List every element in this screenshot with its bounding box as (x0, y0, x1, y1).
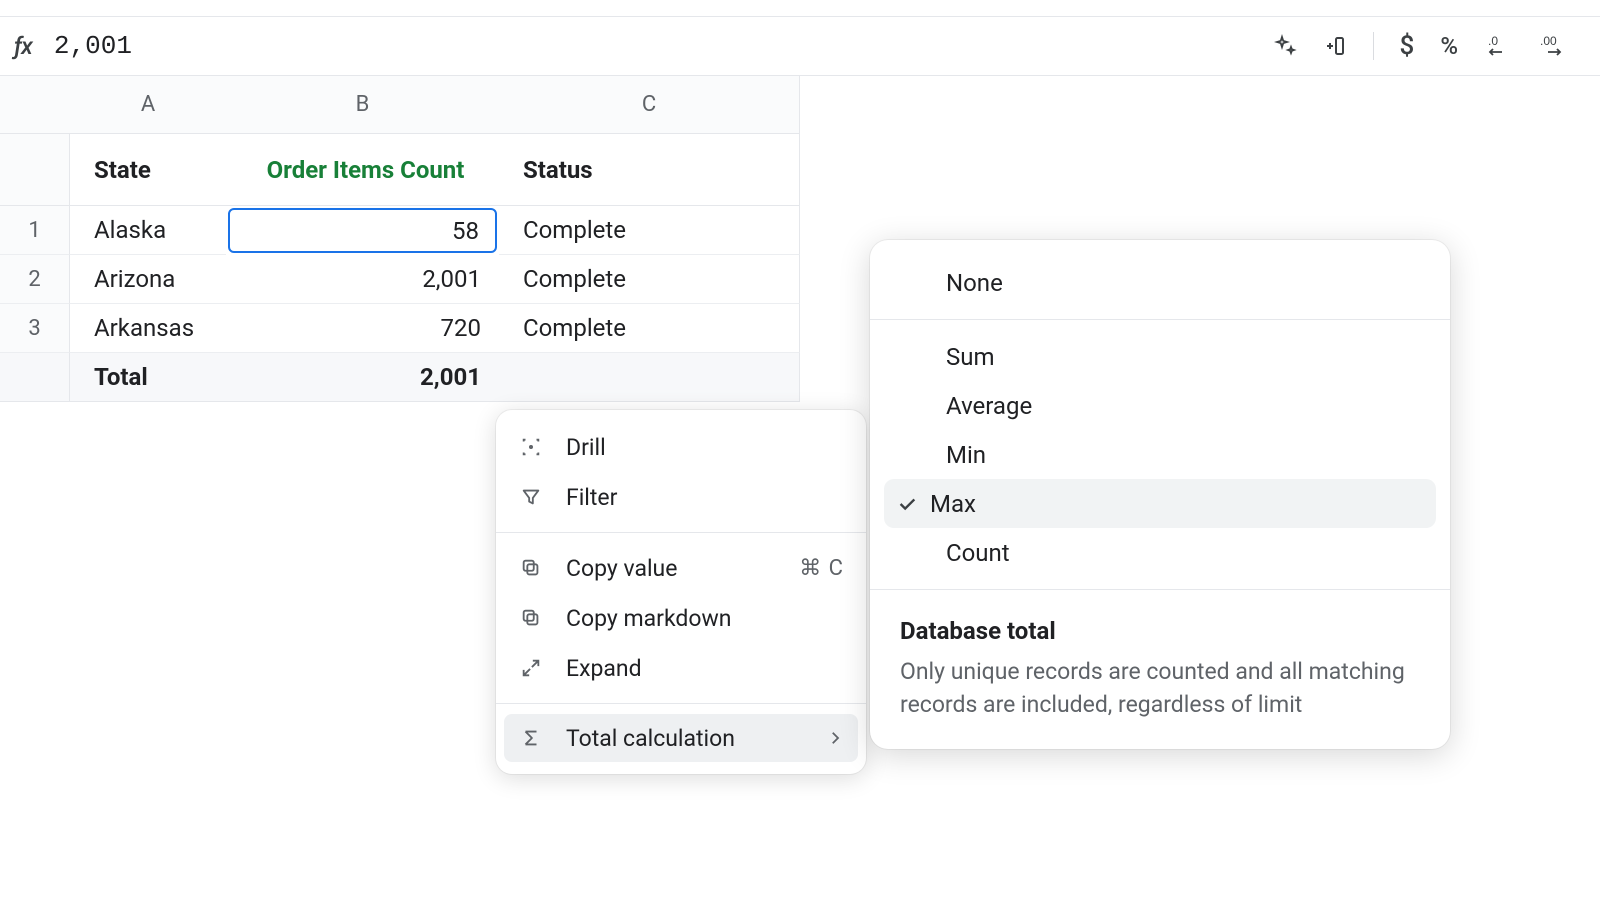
percent-format-icon[interactable]: % (1440, 32, 1458, 60)
header-status[interactable]: Status (499, 134, 800, 206)
total-count[interactable]: 2,001 (226, 353, 499, 402)
format-toolbar: $ % .0 .00 (1273, 31, 1586, 61)
submenu-info-title: Database total (900, 614, 1420, 649)
col-header-a[interactable]: A (70, 76, 226, 134)
col-header-c[interactable]: C (499, 76, 800, 134)
submenu-label: Sum (900, 343, 995, 371)
menu-label: Total calculation (566, 725, 804, 752)
svg-text:.0: .0 (1488, 34, 1498, 48)
cell-context-menu: Drill Filter Copy value ⌘ C Copy markdow… (496, 410, 866, 774)
currency-format-icon[interactable]: $ (1400, 31, 1415, 61)
expand-icon (518, 657, 544, 679)
row-number-1[interactable]: 1 (0, 206, 70, 255)
cell-b3[interactable]: 720 (226, 304, 499, 353)
menu-label: Copy value (566, 555, 777, 582)
menu-item-copy-markdown[interactable]: Copy markdown (496, 593, 866, 643)
cell-c2[interactable]: Complete (499, 255, 800, 304)
copy-icon (518, 557, 544, 579)
menu-item-expand[interactable]: Expand (496, 643, 866, 693)
col-header-b[interactable]: B (226, 76, 499, 134)
menu-label: Expand (566, 655, 844, 682)
row-number-total (0, 353, 70, 402)
submenu-item-count[interactable]: Count (870, 528, 1450, 577)
menu-item-copy-value[interactable]: Copy value ⌘ C (496, 543, 866, 593)
menu-separator (496, 532, 866, 533)
copy-icon (518, 607, 544, 629)
chevron-right-icon (826, 729, 844, 747)
total-label[interactable]: Total (70, 353, 226, 402)
submenu-separator (870, 319, 1450, 320)
total-calculation-submenu: None Sum Average Min Max Count Database … (870, 240, 1450, 749)
submenu-label: Average (900, 392, 1032, 420)
fx-icon: ƒx (14, 32, 32, 60)
header-state[interactable]: State (70, 134, 226, 206)
menu-label: Copy markdown (566, 605, 844, 632)
target-icon (518, 436, 544, 458)
sigma-icon (518, 727, 544, 749)
cell-a3[interactable]: Arkansas (70, 304, 226, 353)
check-icon (884, 493, 930, 515)
submenu-item-sum[interactable]: Sum (870, 332, 1450, 381)
submenu-info-desc: Only unique records are counted and all … (900, 655, 1420, 722)
submenu-label: Max (930, 490, 976, 518)
header-count[interactable]: Order Items Count (226, 134, 499, 206)
menu-item-drill[interactable]: Drill (496, 422, 866, 472)
formula-toolbar: ƒx 2,001 $ % .0 .00 (0, 16, 1600, 76)
cell-a2[interactable]: Arizona (70, 255, 226, 304)
cell-b1-selected[interactable]: 58 (228, 208, 497, 253)
submenu-info: Database total Only unique records are c… (870, 602, 1450, 721)
row-number-3[interactable]: 3 (0, 304, 70, 353)
corner-cell (0, 76, 70, 134)
submenu-label: Min (900, 441, 986, 469)
data-grid: A B C State Order Items Count Status 1 A… (0, 76, 802, 402)
insert-column-icon[interactable] (1323, 34, 1347, 58)
submenu-item-none[interactable]: None (870, 258, 1450, 307)
total-status (499, 353, 800, 402)
decrease-decimal-icon[interactable]: .0 (1484, 34, 1512, 58)
cell-c3[interactable]: Complete (499, 304, 800, 353)
cell-a1[interactable]: Alaska (70, 206, 226, 255)
formula-bar[interactable]: ƒx 2,001 (14, 31, 132, 61)
submenu-item-min[interactable]: Min (870, 430, 1450, 479)
menu-separator (496, 703, 866, 704)
cell-c1[interactable]: Complete (499, 206, 800, 255)
svg-text:.00: .00 (1540, 34, 1557, 48)
menu-label: Drill (566, 434, 844, 461)
submenu-separator (870, 589, 1450, 590)
submenu-label: Count (900, 539, 1010, 567)
submenu-label: None (900, 269, 1003, 297)
menu-label: Filter (566, 484, 844, 511)
menu-item-filter[interactable]: Filter (496, 472, 866, 522)
menu-shortcut: ⌘ C (799, 556, 844, 581)
formula-value: 2,001 (54, 31, 132, 61)
sparkle-ai-icon[interactable] (1273, 34, 1297, 58)
submenu-item-average[interactable]: Average (870, 381, 1450, 430)
menu-item-total-calculation[interactable]: Total calculation (504, 714, 858, 762)
increase-decimal-icon[interactable]: .00 (1538, 34, 1570, 58)
row-header-blank (0, 134, 70, 206)
filter-icon (518, 486, 544, 508)
cell-b2[interactable]: 2,001 (226, 255, 499, 304)
submenu-item-max[interactable]: Max (884, 479, 1436, 528)
row-number-2[interactable]: 2 (0, 255, 70, 304)
toolbar-separator (1373, 32, 1374, 60)
